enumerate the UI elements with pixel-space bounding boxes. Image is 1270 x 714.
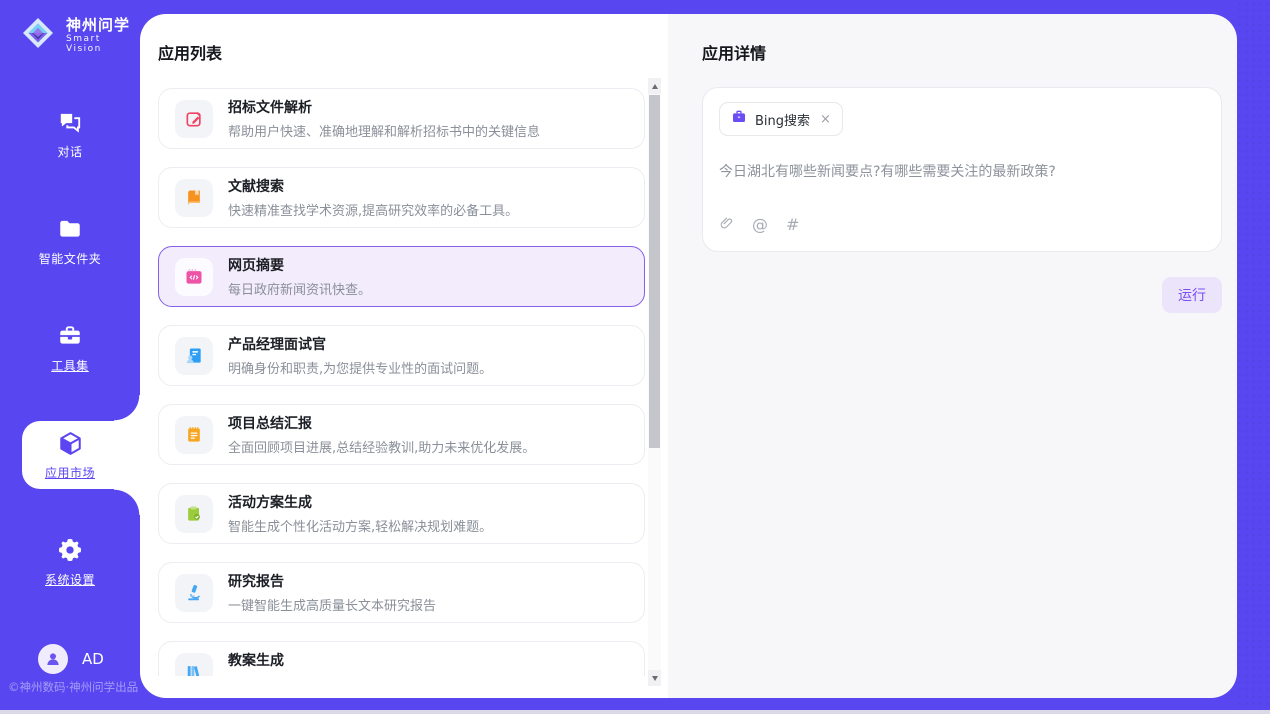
- paperclip-icon[interactable]: [719, 215, 734, 235]
- folder-icon: [57, 216, 84, 243]
- app-desc: 帮助用户快速、准确地理解和解析招标书中的关键信息: [228, 121, 540, 140]
- cube-icon: [57, 430, 84, 457]
- app-card-meta: 项目总结汇报 全面回顾项目进展,总结经验教训,助力未来优化发展。: [228, 413, 535, 456]
- scrollbar-thumb[interactable]: [649, 95, 660, 448]
- app-desc: 模板驱动,教案秒成,教学准备从此轻松快捷: [228, 674, 470, 676]
- run-row: 运行: [702, 277, 1222, 313]
- toolbox-icon: [57, 323, 84, 350]
- app-name: 研究报告: [228, 571, 436, 591]
- app-card-meta: 文献搜索 快速精准查找学术资源,提高研究效率的必备工具。: [228, 176, 518, 219]
- prompt-input-card[interactable]: Bing搜索 × 今日湖北有哪些新闻要点?有哪些需要关注的最新政策? @ #: [702, 87, 1222, 252]
- app-card-event-plan[interactable]: 活动方案生成 智能生成个性化活动方案,轻松解决规划难题。: [158, 483, 645, 544]
- app-desc: 每日政府新闻资讯快查。: [228, 279, 371, 298]
- app-list: 招标文件解析 帮助用户快速、准确地理解和解析招标书中的关键信息 文献搜索 快速精…: [158, 88, 645, 676]
- app-card-bid-parsing[interactable]: 招标文件解析 帮助用户快速、准确地理解和解析招标书中的关键信息: [158, 88, 645, 149]
- app-card-project-summary[interactable]: 项目总结汇报 全面回顾项目进展,总结经验教训,助力未来优化发展。: [158, 404, 645, 465]
- sidebar-item-settings[interactable]: 系统设置: [0, 532, 140, 592]
- app-card-lesson-plan[interactable]: 教案生成 模板驱动,教案秒成,教学准备从此轻松快捷: [158, 641, 645, 676]
- app-name: 活动方案生成: [228, 492, 492, 512]
- brand-name: 神州问学: [66, 16, 140, 34]
- bing-search-tag[interactable]: Bing搜索 ×: [719, 102, 843, 136]
- resume-icon: [175, 337, 213, 375]
- gear-icon: [57, 537, 84, 564]
- clipboard-check-icon: [175, 495, 213, 533]
- briefcase-icon: [731, 109, 747, 129]
- window-bottom-edge: [0, 710, 1270, 714]
- query-text-input[interactable]: 今日湖北有哪些新闻要点?有哪些需要关注的最新政策?: [719, 161, 1205, 181]
- brand-subtitle: Smart Vision: [66, 34, 140, 54]
- sidebar-item-label: 对话: [57, 143, 82, 160]
- sidebar-item-app-market[interactable]: 应用市场: [0, 425, 140, 485]
- sidebar-item-label: 系统设置: [45, 571, 95, 588]
- books-icon: [175, 653, 213, 677]
- app-name: 产品经理面试官: [228, 334, 492, 354]
- input-toolbar: @ #: [719, 215, 1205, 235]
- scroll-down-button[interactable]: [648, 670, 661, 686]
- avatar: [38, 644, 68, 674]
- brand-logo: 神州问学 Smart Vision: [18, 13, 140, 57]
- app-card-pm-interviewer[interactable]: 产品经理面试官 明确身份和职责,为您提供专业性的面试问题。: [158, 325, 645, 386]
- app-list-panel: 应用列表 招标文件解析 帮助用户快速、准确地理解和解析招标书中的关键信息: [140, 14, 668, 698]
- book-icon: [175, 179, 213, 217]
- sidebar-item-label: 工具集: [51, 357, 89, 374]
- microscope-icon: [175, 574, 213, 612]
- app-desc: 一键智能生成高质量长文本研究报告: [228, 595, 436, 614]
- app-detail-panel: 应用详情 Bing搜索 × 今日湖北有哪些新闻要点?有哪些需要关注的最新政策?: [668, 14, 1237, 698]
- user-name: AD: [82, 650, 104, 668]
- app-list-title: 应用列表: [158, 40, 668, 64]
- brand-text: 神州问学 Smart Vision: [66, 16, 140, 54]
- app-name: 教案生成: [228, 650, 470, 670]
- app-card-meta: 网页摘要 每日政府新闻资讯快查。: [228, 255, 371, 298]
- sidebar-item-label: 智能文件夹: [39, 250, 102, 267]
- browser-code-icon: [175, 258, 213, 296]
- app-detail-title: 应用详情: [702, 40, 1222, 64]
- pen-square-icon: [175, 100, 213, 138]
- tag-label: Bing搜索: [755, 110, 810, 129]
- chat-icon: [57, 109, 84, 136]
- sidebar-item-label: 应用市场: [45, 464, 95, 481]
- user-account[interactable]: AD: [38, 644, 104, 674]
- hash-icon[interactable]: #: [786, 217, 799, 233]
- diamond-logo-icon: [18, 13, 58, 57]
- app-name: 项目总结汇报: [228, 413, 535, 433]
- sidebar-item-smart-folder[interactable]: 智能文件夹: [0, 211, 140, 271]
- scroll-up-button[interactable]: [648, 78, 661, 94]
- list-scrollbar[interactable]: [648, 78, 661, 686]
- copyright-text: ©神州数码·神州问学出品: [8, 679, 138, 695]
- app-name: 文献搜索: [228, 176, 518, 196]
- active-tab-curve-bottom: [114, 489, 140, 515]
- at-icon[interactable]: @: [752, 217, 768, 233]
- scroll-up-icon: [652, 84, 658, 89]
- app-card-meta: 教案生成 模板驱动,教案秒成,教学准备从此轻松快捷: [228, 650, 470, 676]
- notepad-icon: [175, 416, 213, 454]
- app-desc: 全面回顾项目进展,总结经验教训,助力未来优化发展。: [228, 437, 535, 456]
- tag-close-icon[interactable]: ×: [820, 113, 831, 126]
- app-desc: 智能生成个性化活动方案,轻松解决规划难题。: [228, 516, 492, 535]
- run-button[interactable]: 运行: [1162, 277, 1222, 313]
- app-card-meta: 招标文件解析 帮助用户快速、准确地理解和解析招标书中的关键信息: [228, 97, 540, 140]
- app-card-web-summary[interactable]: 网页摘要 每日政府新闻资讯快查。: [158, 246, 645, 307]
- app-card-meta: 产品经理面试官 明确身份和职责,为您提供专业性的面试问题。: [228, 334, 492, 377]
- app-desc: 明确身份和职责,为您提供专业性的面试问题。: [228, 358, 492, 377]
- sidebar-nav: 对话 智能文件夹 工具集: [0, 104, 140, 639]
- app-desc: 快速精准查找学术资源,提高研究效率的必备工具。: [228, 200, 518, 219]
- app-name: 招标文件解析: [228, 97, 540, 117]
- app-card-meta: 活动方案生成 智能生成个性化活动方案,轻松解决规划难题。: [228, 492, 492, 535]
- main-content: 应用列表 招标文件解析 帮助用户快速、准确地理解和解析招标书中的关键信息: [140, 14, 1237, 698]
- window-right-edge: [1236, 0, 1270, 714]
- sidebar-item-toolset[interactable]: 工具集: [0, 318, 140, 378]
- active-tab-curve-top: [114, 395, 140, 421]
- app-card-literature-search[interactable]: 文献搜索 快速精准查找学术资源,提高研究效率的必备工具。: [158, 167, 645, 228]
- scroll-down-icon: [652, 676, 658, 681]
- app-card-research-report[interactable]: 研究报告 一键智能生成高质量长文本研究报告: [158, 562, 645, 623]
- sidebar-item-chat[interactable]: 对话: [0, 104, 140, 164]
- sidebar: 神州问学 Smart Vision 对话 智能文件夹: [0, 0, 140, 710]
- app-name: 网页摘要: [228, 255, 371, 275]
- app-card-meta: 研究报告 一键智能生成高质量长文本研究报告: [228, 571, 436, 614]
